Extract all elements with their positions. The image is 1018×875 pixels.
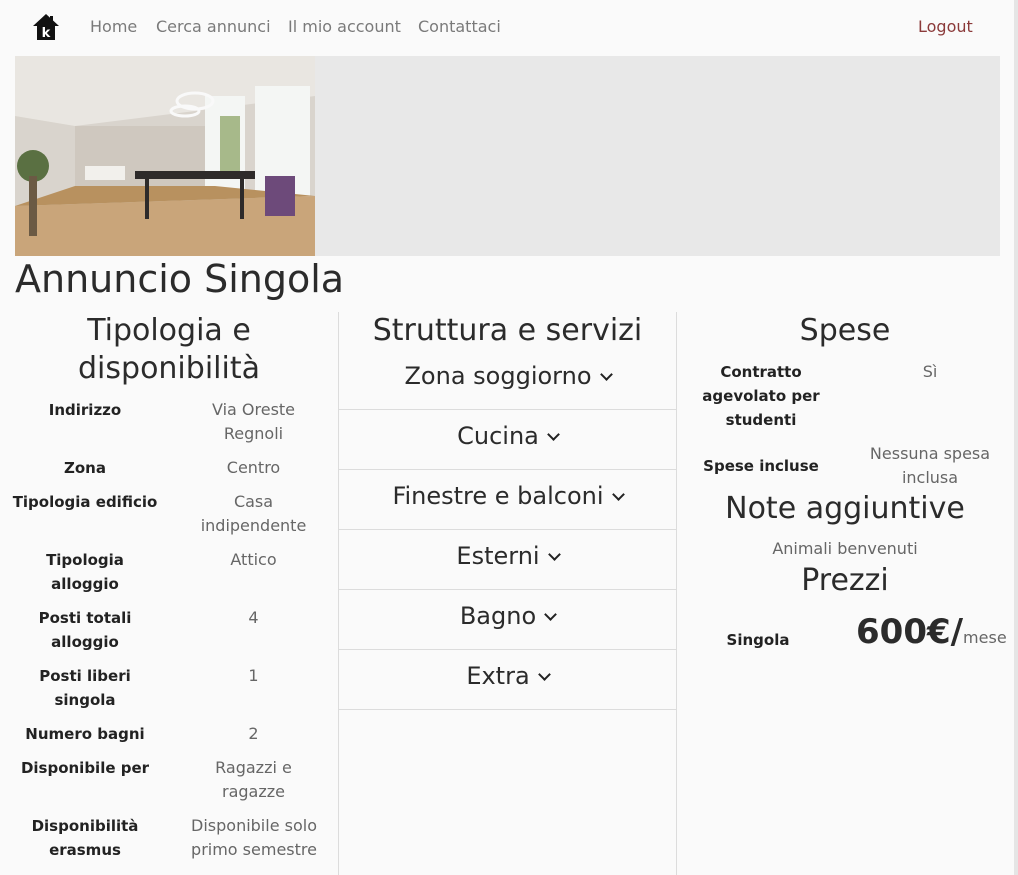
- note-title: Note aggiuntive: [725, 491, 965, 526]
- price-amount: 600€/: [856, 612, 964, 652]
- nav-account-link[interactable]: Il mio account: [288, 17, 401, 36]
- tipologia-title-line2: disponibilità: [78, 351, 260, 386]
- label-contratto-agevolato: Contratto agevolato per studenti: [702, 363, 820, 429]
- accordion-finestre-balconi[interactable]: Finestre e balconi: [339, 470, 676, 530]
- label-tipologia-edificio: Tipologia edificio: [12, 493, 158, 511]
- value-posti-totali: 4: [248, 608, 259, 627]
- value-tipologia-edificio: Casa indipendente: [200, 492, 307, 535]
- chevron-down-icon: [544, 608, 558, 621]
- accordion-esterni[interactable]: Esterni: [339, 530, 676, 590]
- price-label: Singola: [726, 631, 790, 649]
- price-unit: mese: [963, 628, 1007, 647]
- page-title: Annuncio Singola: [15, 257, 345, 301]
- spese-title: Spese: [799, 313, 891, 348]
- label-zona: Zona: [64, 459, 106, 477]
- label-posti-liberi: Posti liberi singola: [39, 667, 131, 709]
- accordion-zona-soggiorno[interactable]: Zona soggiorno: [339, 350, 676, 410]
- listing-photo[interactable]: [15, 56, 315, 256]
- chevron-down-icon: [537, 668, 551, 681]
- logout-link[interactable]: Logout: [918, 17, 973, 36]
- struttura-title: Struttura e servizi: [372, 313, 643, 348]
- listing-gallery: [15, 56, 1000, 256]
- label-indirizzo: Indirizzo: [48, 401, 122, 419]
- value-numero-bagni: 2: [248, 724, 259, 743]
- value-posti-liberi: 1: [248, 666, 259, 685]
- note-text: Animali benvenuti: [772, 539, 918, 558]
- nav-home-link[interactable]: Home: [90, 17, 137, 36]
- value-disponibilita-erasmus: Disponibile solo primo semestre: [191, 816, 317, 859]
- accordion-label: Extra: [466, 662, 530, 690]
- value-spese-incluse: Nessuna spesa inclusa: [869, 444, 991, 487]
- column-divider: [676, 312, 677, 875]
- chevron-down-icon: [547, 428, 560, 441]
- accordion-label: Esterni: [456, 542, 540, 570]
- label-disponibilita-erasmus: Disponibilità erasmus: [31, 817, 139, 859]
- value-tipologia-alloggio: Attico: [230, 550, 277, 569]
- label-posti-totali: Posti totali alloggio: [38, 609, 132, 651]
- svg-text:k: k: [42, 26, 51, 41]
- accordion-label: Zona soggiorno: [404, 362, 592, 390]
- accordion-extra[interactable]: Extra: [339, 650, 676, 710]
- label-tipologia-alloggio: Tipologia alloggio: [46, 551, 124, 593]
- accordion-cucina[interactable]: Cucina: [339, 410, 676, 470]
- navbar: k Home Cerca annunci Il mio account Cont…: [0, 0, 1018, 56]
- value-indirizzo: Via Oreste Regnoli: [211, 400, 296, 443]
- nav-cerca-annunci-link[interactable]: Cerca annunci: [156, 17, 271, 36]
- label-disponibile-per: Disponibile per: [20, 759, 150, 777]
- tipologia-title-line1: Tipologia e: [87, 313, 251, 348]
- accordion-label: Bagno: [459, 602, 537, 630]
- price-value: 600€/mese: [856, 612, 1007, 652]
- value-contratto-agevolato: Sì: [922, 362, 938, 381]
- value-zona: Centro: [226, 458, 281, 477]
- label-numero-bagni: Numero bagni: [25, 725, 145, 743]
- chevron-down-icon: [547, 548, 561, 561]
- accordion-label: Finestre e balconi: [392, 482, 604, 510]
- chevron-down-icon: [611, 488, 625, 501]
- scrollbar[interactable]: [1014, 0, 1018, 875]
- label-spese-incluse: Spese incluse: [703, 457, 819, 475]
- nav-contattaci-link[interactable]: Contattaci: [418, 17, 501, 36]
- accordion-bagno[interactable]: Bagno: [339, 590, 676, 650]
- value-disponibile-per: Ragazzi e ragazze: [215, 758, 292, 801]
- tipologia-title: Tipologia e disponibilità: [15, 312, 323, 388]
- house-logo-icon[interactable]: k: [32, 12, 60, 42]
- chevron-down-icon: [599, 368, 613, 381]
- prezzi-title: Prezzi: [801, 563, 889, 598]
- accordion-label: Cucina: [457, 422, 539, 450]
